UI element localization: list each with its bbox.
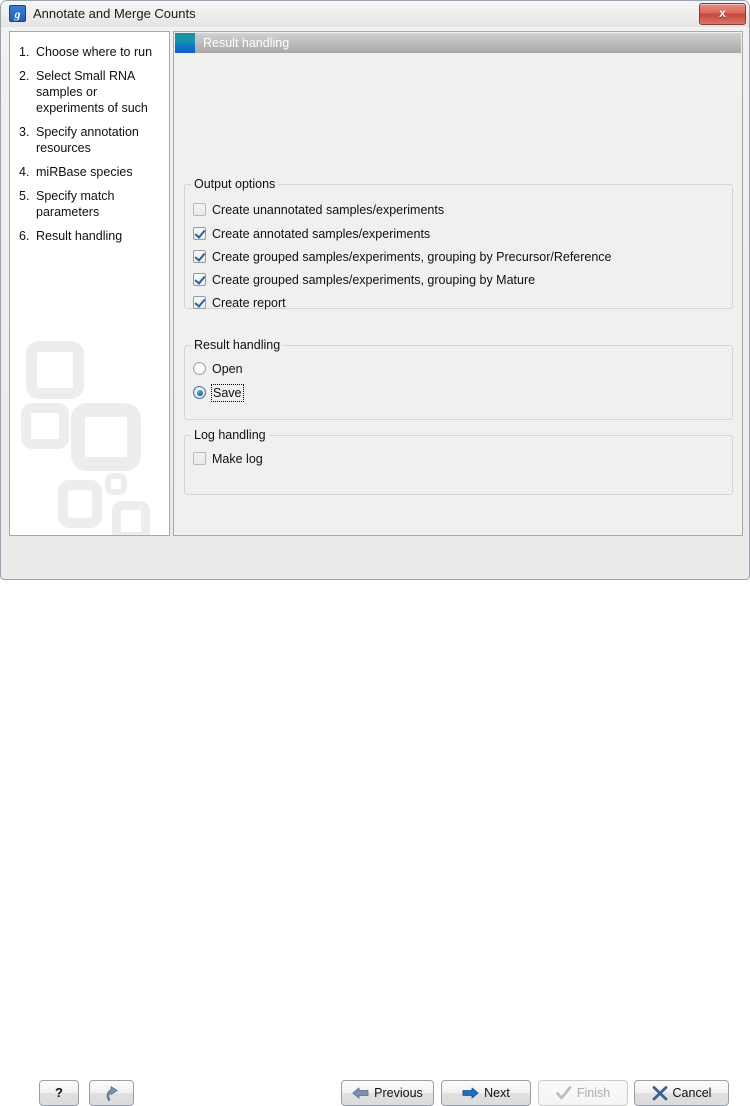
step-number: 1. [19, 45, 30, 59]
sidebar-step-6[interactable]: 6. Result handling [10, 224, 169, 248]
result-handling-title: Result handling [191, 338, 284, 353]
app-logo-icon: g [9, 5, 26, 22]
sidebar-step-2[interactable]: 2. Select Small RNA samples or experimen… [10, 64, 169, 120]
title-bar: g Annotate and Merge Counts x [1, 1, 749, 27]
checkbox-icon[interactable] [193, 203, 206, 216]
x-icon [652, 1085, 667, 1100]
checkbox-label: Create annotated samples/experiments [212, 226, 431, 241]
sidebar-step-1[interactable]: 1. Choose where to run [10, 40, 169, 64]
window-title: Annotate and Merge Counts [33, 6, 196, 21]
step-number: 5. [19, 189, 30, 203]
radio-label: Save [211, 383, 244, 402]
step-label: miRBase species [36, 165, 133, 179]
help-icon: ? [55, 1085, 63, 1100]
workbench-watermark-logo [10, 341, 169, 535]
checkbox-icon[interactable] [193, 296, 206, 309]
dialog-button-bar: ? Previous Next Finish Cancel [1, 539, 750, 1106]
radio-save[interactable]: Save [193, 383, 244, 402]
checkbox-label: Make log [212, 451, 263, 466]
steps-list: 1. Choose where to run 2. Select Small R… [10, 40, 169, 248]
checkbox-create-annotated[interactable]: Create annotated samples/experiments [193, 225, 430, 242]
output-options-group: Output options Create unannotated sample… [184, 177, 733, 311]
finish-label: Finish [576, 1086, 611, 1100]
checkbox-icon[interactable] [193, 452, 206, 465]
next-label: Next [484, 1086, 510, 1100]
step-label: Specify annotation resources [36, 125, 139, 155]
arrow-right-icon [462, 1087, 479, 1099]
content-panel: Result handling Output options Create un… [173, 31, 743, 536]
content-header-title: Result handling [203, 36, 290, 50]
log-handling-group: Log handling Make log [184, 428, 733, 495]
next-button[interactable]: Next [441, 1080, 531, 1106]
dialog-window: g Annotate and Merge Counts x 1. Choose … [0, 0, 750, 1106]
step-number: 4. [19, 165, 30, 179]
cancel-button[interactable]: Cancel [634, 1080, 729, 1106]
close-icon: x [719, 6, 726, 20]
cancel-label: Cancel [672, 1086, 712, 1100]
checkbox-label: Create grouped samples/experiments, grou… [212, 272, 536, 287]
step-number: 2. [19, 69, 30, 83]
checkbox-label: Create report [212, 295, 286, 310]
checkbox-icon[interactable] [193, 250, 206, 263]
checkbox-group-by-precursor-reference[interactable]: Create grouped samples/experiments, grou… [193, 248, 612, 265]
checkbox-icon[interactable] [193, 273, 206, 286]
reset-arrow-icon [106, 1085, 118, 1101]
previous-label: Previous [374, 1086, 423, 1100]
output-options-title: Output options [191, 177, 279, 192]
finish-button: Finish [538, 1080, 628, 1106]
step-number: 6. [19, 229, 30, 243]
step-label: Result handling [36, 229, 123, 243]
log-handling-title: Log handling [191, 428, 269, 443]
radio-icon[interactable] [193, 386, 206, 399]
result-handling-icon [175, 33, 195, 53]
step-number: 3. [19, 125, 30, 139]
sidebar-step-5[interactable]: 5. Specify match parameters [10, 184, 169, 224]
radio-label: Open [212, 361, 243, 376]
sidebar-step-4[interactable]: 4. miRBase species [10, 160, 169, 184]
close-button[interactable]: x [699, 3, 746, 25]
sidebar-step-3[interactable]: 3. Specify annotation resources [10, 120, 169, 160]
checkbox-icon[interactable] [193, 227, 206, 240]
checkbox-create-unannotated[interactable]: Create unannotated samples/experiments [193, 201, 444, 218]
help-button[interactable]: ? [39, 1080, 79, 1106]
wizard-steps-sidebar: 1. Choose where to run 2. Select Small R… [9, 31, 170, 536]
checkbox-make-log[interactable]: Make log [193, 450, 263, 467]
result-handling-group: Result handling Open Save [184, 338, 733, 420]
step-label: Specify match parameters [36, 189, 115, 219]
checkbox-label: Create unannotated samples/experiments [212, 202, 445, 217]
checkbox-label: Create grouped samples/experiments, grou… [212, 249, 612, 264]
step-label: Select Small RNA samples or experiments … [36, 69, 148, 115]
checkbox-group-by-mature[interactable]: Create grouped samples/experiments, grou… [193, 271, 535, 288]
radio-icon[interactable] [193, 362, 206, 375]
step-label: Choose where to run [36, 45, 153, 59]
content-header-bar: Result handling [175, 33, 741, 53]
radio-open[interactable]: Open [193, 360, 243, 377]
arrow-left-icon [352, 1087, 369, 1099]
reset-button[interactable] [89, 1080, 134, 1106]
previous-button[interactable]: Previous [341, 1080, 434, 1106]
check-icon [556, 1085, 572, 1099]
checkbox-create-report[interactable]: Create report [193, 294, 286, 311]
